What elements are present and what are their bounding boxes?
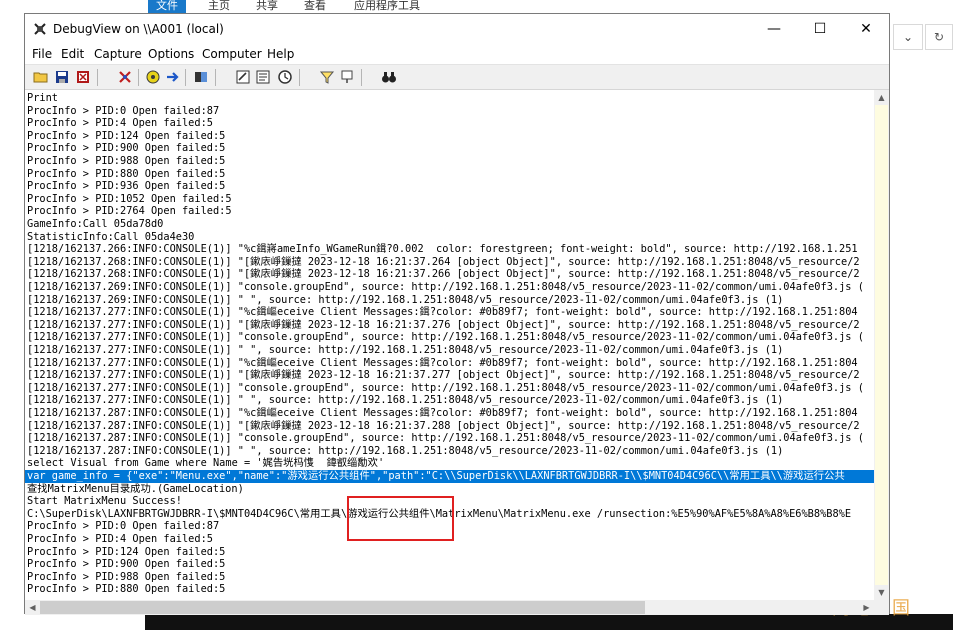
log-line[interactable]: [1218/162137.277:INFO:CONSOLE(1)] "%c鍓嶇e… <box>27 357 873 370</box>
log-line[interactable]: ProcInfo > PID:988 Open failed:5 <box>27 571 873 584</box>
toolbar-separator <box>215 69 216 86</box>
autoscroll-icon[interactable] <box>165 69 181 85</box>
horizontal-scroll-thumb[interactable] <box>40 601 645 614</box>
log-line[interactable]: [1218/162137.268:INFO:CONSOLE(1)] "[鏉庡崢鏁… <box>27 256 873 269</box>
log-line[interactable]: ProcInfo > PID:900 Open failed:5 <box>27 558 873 571</box>
menu-edit[interactable]: Edit <box>61 46 84 62</box>
chevron-down-icon[interactable]: ⌄ <box>893 24 923 50</box>
toolbar-separator <box>361 69 362 86</box>
scroll-down-arrow-icon[interactable]: ▼ <box>874 585 889 600</box>
clear-icon[interactable] <box>75 69 91 85</box>
log-line[interactable]: ProcInfo > PID:1052 Open failed:5 <box>27 193 873 206</box>
menu-help[interactable]: Help <box>267 46 294 62</box>
open-icon[interactable] <box>33 69 49 85</box>
ribbon-tab-app-tools[interactable]: 应用程序工具 <box>346 0 428 13</box>
vertical-scrollbar[interactable]: ▲ ▼ <box>874 90 889 600</box>
explorer-ribbon: 文件 主页 共享 查看 应用程序工具 <box>0 0 953 13</box>
log-line[interactable]: ProcInfo > PID:936 Open failed:5 <box>27 180 873 193</box>
log-line[interactable]: ProcInfo > PID:0 Open failed:87 <box>27 105 873 118</box>
log-line[interactable]: [1218/162137.287:INFO:CONSOLE(1)] " ", s… <box>27 445 873 458</box>
scroll-right-arrow-icon[interactable]: ▶ <box>859 600 874 615</box>
log-line[interactable]: ProcInfo > PID:900 Open failed:5 <box>27 142 873 155</box>
log-line[interactable]: ProcInfo > PID:2764 Open failed:5 <box>27 205 873 218</box>
log-line[interactable]: [1218/162137.277:INFO:CONSOLE(1)] "[鏉庡崢鏁… <box>27 369 873 382</box>
window-title: DebugView on \\A001 (local) <box>53 22 224 36</box>
annotation-highlight-box <box>347 496 454 541</box>
bookmark-icon[interactable] <box>193 69 209 85</box>
log-line[interactable]: [1218/162137.277:INFO:CONSOLE(1)] "[鏉庡崢鏁… <box>27 319 873 332</box>
log-line[interactable]: 查找MatrixMenu目录成功.(GameLocation) <box>27 483 873 496</box>
save-icon[interactable] <box>54 69 70 85</box>
log-line[interactable]: [1218/162137.269:INFO:CONSOLE(1)] "conso… <box>27 281 873 294</box>
filter-icon[interactable] <box>319 69 335 85</box>
log-line[interactable]: ProcInfo > PID:124 Open failed:5 <box>27 130 873 143</box>
menu-computer[interactable]: Computer <box>202 46 262 62</box>
screen: 文件 主页 共享 查看 应用程序工具 ⌄ ↻ 网吧三国 DebugView on… <box>0 0 953 630</box>
size-grip[interactable] <box>874 600 889 615</box>
ribbon-tab-share[interactable]: 共享 <box>248 0 286 13</box>
ribbon-tab-view[interactable]: 查看 <box>296 0 334 13</box>
ribbon-tab-file[interactable]: 文件 <box>148 0 186 13</box>
binoculars-icon[interactable] <box>381 69 397 85</box>
log-line[interactable]: [1218/162137.268:INFO:CONSOLE(1)] "[鏉庡崢鏁… <box>27 268 873 281</box>
log-line[interactable]: [1218/162137.287:INFO:CONSOLE(1)] "%c鍓嶇e… <box>27 407 873 420</box>
toolbar-separator <box>299 69 300 86</box>
ribbon-tab-home[interactable]: 主页 <box>200 0 238 13</box>
explorer-bottom-strip <box>0 614 145 630</box>
menu-options[interactable]: Options <box>148 46 194 62</box>
refresh-icon[interactable]: ↻ <box>925 24 953 50</box>
capture-icon[interactable] <box>145 69 161 85</box>
menu-file[interactable]: File <box>32 46 52 62</box>
log-line[interactable]: select Visual from Game where Name = '娓告… <box>27 457 873 470</box>
vertical-scroll-thumb[interactable] <box>875 105 888 585</box>
log-line[interactable]: [1218/162137.287:INFO:CONSOLE(1)] "[鏉庡崢鏁… <box>27 420 873 433</box>
log-line[interactable]: ProcInfo > PID:880 Open failed:5 <box>27 168 873 181</box>
find-icon[interactable] <box>117 69 133 85</box>
close-button[interactable]: ✕ <box>843 14 889 44</box>
highlight-icon[interactable] <box>235 69 251 85</box>
maximize-button[interactable]: ☐ <box>797 14 843 44</box>
debugview-window: DebugView on \\A001 (local) — ☐ ✕ File E… <box>24 13 890 615</box>
toolbar-separator <box>97 69 98 86</box>
scroll-up-arrow-icon[interactable]: ▲ <box>874 90 889 105</box>
clock-icon[interactable] <box>277 69 293 85</box>
log-line[interactable]: [1218/162137.266:INFO:CONSOLE(1)] "%c鍓嶈a… <box>27 243 873 256</box>
log-line[interactable]: Print <box>27 92 873 105</box>
log-line[interactable]: ProcInfo > PID:4 Open failed:5 <box>27 117 873 130</box>
horizontal-scrollbar[interactable]: ◀ ▶ <box>25 600 874 615</box>
log-line[interactable]: StatisticInfo:Call 05da4e30 <box>27 231 873 244</box>
log-line[interactable]: [1218/162137.277:INFO:CONSOLE(1)] "%c鍓嶇e… <box>27 306 873 319</box>
log-line[interactable]: GameInfo:Call 05da78d0 <box>27 218 873 231</box>
toolbar-separator <box>185 69 186 86</box>
log-line[interactable]: [1218/162137.287:INFO:CONSOLE(1)] "conso… <box>27 432 873 445</box>
log-line[interactable]: ProcInfo > PID:880 Open failed:5 <box>27 583 873 596</box>
minimize-button[interactable]: — <box>751 14 797 44</box>
log-line[interactable]: ProcInfo > PID:124 Open failed:5 <box>27 546 873 559</box>
flag-icon[interactable] <box>339 69 355 85</box>
log-line[interactable]: var game_info = {"exe":"Menu.exe","name"… <box>25 470 874 483</box>
toolbar-separator <box>138 69 139 86</box>
log-line[interactable]: [1218/162137.277:INFO:CONSOLE(1)] "conso… <box>27 331 873 344</box>
log-line[interactable]: ProcInfo > PID:988 Open failed:5 <box>27 155 873 168</box>
title-bar[interactable]: DebugView on \\A001 (local) — ☐ ✕ <box>25 14 889 44</box>
log-line[interactable]: [1218/162137.277:INFO:CONSOLE(1)] " ", s… <box>27 344 873 357</box>
scroll-left-arrow-icon[interactable]: ◀ <box>25 600 40 615</box>
properties-icon[interactable] <box>255 69 271 85</box>
toolbar <box>25 64 889 90</box>
log-line[interactable]: [1218/162137.277:INFO:CONSOLE(1)] " ", s… <box>27 394 873 407</box>
log-line[interactable]: [1218/162137.277:INFO:CONSOLE(1)] "conso… <box>27 382 873 395</box>
debugview-app-icon <box>34 23 46 35</box>
log-line[interactable]: [1218/162137.269:INFO:CONSOLE(1)] " ", s… <box>27 294 873 307</box>
menu-capture[interactable]: Capture <box>94 46 142 62</box>
menu-bar: File Edit Capture Options Computer Help <box>25 44 889 64</box>
explorer-right-panel <box>890 13 953 630</box>
